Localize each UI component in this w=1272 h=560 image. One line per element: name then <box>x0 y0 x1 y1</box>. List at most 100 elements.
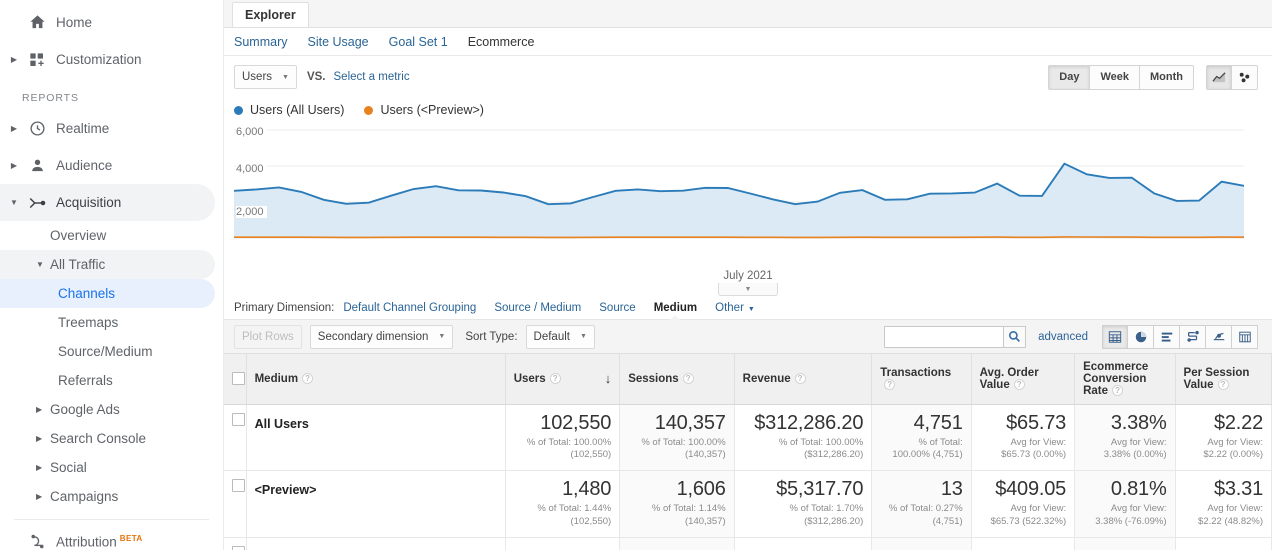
sidebar-item-attribution[interactable]: AttributionBETA <box>0 523 223 560</box>
row-dimension-cell[interactable]: All Users <box>246 404 505 471</box>
column-label: Sessions <box>628 373 679 385</box>
sidebar-item-channels[interactable]: Channels <box>0 279 215 308</box>
metric-selector-row: Users ▼ VS. Select a metric Day Week Mon… <box>224 56 1272 98</box>
sidebar-item-overview[interactable]: Overview <box>0 221 223 250</box>
sidebar-item-customization[interactable]: ▶ Customization <box>0 41 223 78</box>
sidebar-item-acquisition[interactable]: ▼ Acquisition <box>0 184 215 221</box>
sidebar-item-search-console[interactable]: ▶ Search Console <box>0 424 223 453</box>
column-label: Avg. Order Value <box>980 367 1039 391</box>
line-chart-icon[interactable] <box>1206 65 1232 90</box>
granularity-week-button[interactable]: Week <box>1090 65 1140 90</box>
sidebar-item-source-medium[interactable]: Source/Medium <box>0 337 223 366</box>
select-metric-link[interactable]: Select a metric <box>334 71 410 83</box>
subtab-site-usage[interactable]: Site Usage <box>307 35 368 49</box>
scatter-plot-icon[interactable] <box>1232 65 1258 90</box>
row-select-cell[interactable] <box>224 471 246 538</box>
subtab-goal-set-1[interactable]: Goal Set 1 <box>389 35 448 49</box>
plot-rows-button[interactable]: Plot Rows <box>234 325 302 349</box>
metric-cell: $2.22 Avg for View:$2.22 (0.00%) <box>1175 404 1271 471</box>
row-checkbox[interactable] <box>232 413 245 426</box>
row-dimension-cell[interactable]: <Preview> <box>246 471 505 538</box>
column-header-transactions[interactable]: Transactions? <box>872 354 971 404</box>
sidebar-item-treemaps[interactable]: Treemaps <box>0 308 223 337</box>
sidebar-item-realtime[interactable]: ▶ Realtime <box>0 110 223 147</box>
sidebar-item-google-ads[interactable]: ▶ Google Ads <box>0 395 223 424</box>
sort-type-dropdown[interactable]: Default ▼ <box>526 325 595 349</box>
sidebar-item-audience[interactable]: ▶ Audience <box>0 147 223 184</box>
metric-subtext: Avg for View:$2.22 (0.00%) <box>1184 437 1263 463</box>
sidebar-item-campaigns[interactable]: ▶ Campaigns <box>0 482 223 511</box>
table-row[interactable]: All Users 102,550 % of Total: 100.00%(10… <box>224 404 1272 471</box>
sidebar-subitem-label: Source/Medium <box>58 344 153 359</box>
column-header-sessions[interactable]: Sessions? <box>620 354 734 404</box>
help-icon[interactable]: ? <box>1014 379 1025 390</box>
tab-explorer[interactable]: Explorer <box>232 2 309 27</box>
select-all-checkbox[interactable] <box>232 372 245 385</box>
help-icon[interactable]: ? <box>302 373 313 384</box>
granularity-selector: Day Week Month <box>1048 65 1194 90</box>
comparison-view-icon[interactable] <box>1206 325 1232 349</box>
column-header-ecommerce-conversion-rate[interactable]: Ecommerce Conversion Rate? <box>1075 354 1175 404</box>
row-dimension-cell[interactable] <box>246 537 505 550</box>
timeline-chart[interactable]: 6,000 4,000 2,000 <box>234 126 1258 266</box>
pie-chart-view-icon[interactable] <box>1128 325 1154 349</box>
metric-subtext: % of Total: 0.27%(4,751) <box>880 503 962 529</box>
sidebar-item-referrals[interactable]: Referrals <box>0 366 223 395</box>
metric-cell <box>872 537 971 550</box>
advanced-link[interactable]: advanced <box>1038 331 1088 343</box>
main-content: Explorer Summary Site Usage Goal Set 1 E… <box>224 0 1272 550</box>
column-header-avg-order-value[interactable]: Avg. Order Value? <box>971 354 1074 404</box>
sort-type-value: Default <box>534 331 570 343</box>
metric-dropdown[interactable]: Users ▼ <box>234 65 297 89</box>
column-header-per-session-value[interactable]: Per Session Value? <box>1175 354 1271 404</box>
sidebar-item-label: Acquisition <box>52 195 121 210</box>
chevron-right-icon: ▶ <box>36 463 50 472</box>
table-row[interactable]: <Preview> 1,480 % of Total: 1.44%(102,55… <box>224 471 1272 538</box>
pivot-view-icon[interactable] <box>1232 325 1258 349</box>
sidebar-item-all-traffic[interactable]: ▼ All Traffic <box>0 250 215 279</box>
table-view-icon[interactable] <box>1102 325 1128 349</box>
customization-icon <box>22 52 52 68</box>
sidebar-item-home[interactable]: Home <box>0 4 223 41</box>
search-input[interactable] <box>884 326 1004 348</box>
help-icon[interactable]: ? <box>1218 379 1229 390</box>
bar-chart-view-icon[interactable] <box>1154 325 1180 349</box>
help-icon[interactable]: ? <box>1112 385 1123 396</box>
granularity-day-button[interactable]: Day <box>1048 65 1090 90</box>
dimension-other[interactable]: Other▼ <box>715 302 755 314</box>
table-row[interactable] <box>224 537 1272 550</box>
row-checkbox[interactable] <box>232 479 245 492</box>
dimension-default-channel-grouping[interactable]: Default Channel Grouping <box>343 302 476 314</box>
dimension-source-medium[interactable]: Source / Medium <box>494 302 581 314</box>
search-area: advanced <box>884 325 1258 349</box>
row-checkbox[interactable] <box>232 546 245 550</box>
column-header-users[interactable]: Users?↓ <box>505 354 619 404</box>
legend-item-all-users[interactable]: Users (All Users) <box>234 103 344 117</box>
metric-cell: $65.73 Avg for View:$65.73 (0.00%) <box>971 404 1074 471</box>
select-all-header[interactable] <box>224 354 246 404</box>
subtab-ecommerce[interactable]: Ecommerce <box>468 35 535 49</box>
granularity-month-button[interactable]: Month <box>1140 65 1194 90</box>
dimension-medium[interactable]: Medium <box>654 302 697 314</box>
subtab-summary[interactable]: Summary <box>234 35 287 49</box>
row-select-cell[interactable] <box>224 537 246 550</box>
legend-item-preview[interactable]: Users (<Preview>) <box>364 103 484 117</box>
y-axis-tick-6000: 6,000 <box>236 126 267 138</box>
dimension-source[interactable]: Source <box>599 302 635 314</box>
help-icon[interactable]: ? <box>795 373 806 384</box>
help-icon[interactable]: ? <box>683 373 694 384</box>
column-header-medium[interactable]: Medium? <box>246 354 505 404</box>
search-icon[interactable] <box>1004 326 1026 348</box>
column-header-revenue[interactable]: Revenue? <box>734 354 872 404</box>
row-select-cell[interactable] <box>224 404 246 471</box>
secondary-dimension-dropdown[interactable]: Secondary dimension ▼ <box>310 325 454 349</box>
column-label: Users <box>514 373 546 385</box>
metric-cell: $3.31 Avg for View:$2.22 (48.82%) <box>1175 471 1271 538</box>
sidebar-item-social[interactable]: ▶ Social <box>0 453 223 482</box>
chart-collapse-handle[interactable]: ▼ <box>718 283 778 296</box>
performance-view-icon[interactable] <box>1180 325 1206 349</box>
help-icon[interactable]: ? <box>884 379 895 390</box>
chart-canvas <box>234 126 1244 256</box>
sidebar-item-label: Audience <box>52 158 112 173</box>
help-icon[interactable]: ? <box>550 373 561 384</box>
